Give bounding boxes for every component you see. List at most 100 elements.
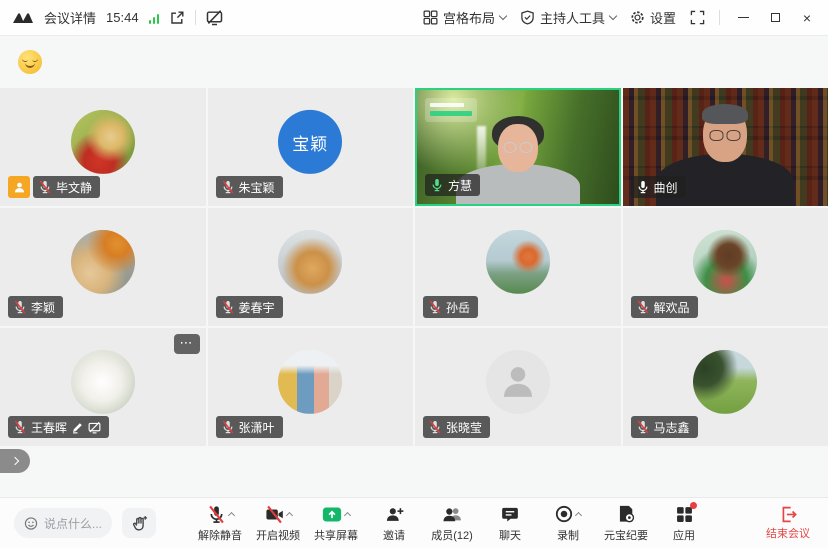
minimize-button[interactable] [734,9,752,27]
unmute-label: 解除静音 [198,527,242,543]
chevron-up-icon[interactable] [285,512,292,519]
meeting-details-button[interactable]: 会议详情 [44,8,96,27]
participant-tile[interactable]: 曲创 [623,88,828,206]
chevron-up-icon[interactable] [344,512,351,519]
avatar [71,230,135,294]
meeting-toolbar: 说点什么... 解除静音 开启视频 [0,497,828,548]
avatar [278,230,342,294]
exit-icon [780,506,797,523]
participant-tile[interactable]: 解欢品 [623,208,828,326]
share-screen-button[interactable]: 共享屏幕 [310,503,362,543]
unmute-button[interactable]: 解除静音 [194,503,246,543]
fullscreen-icon[interactable] [690,10,705,25]
participant-tile[interactable]: 张潇叶 [208,328,414,446]
host-tools-label: 主持人工具 [540,8,605,27]
mic-muted-icon [38,180,52,194]
mic-active-icon [430,178,444,192]
participant-tile[interactable]: 姜春宇 [208,208,414,326]
start-video-button[interactable]: 开启视频 [252,503,304,543]
notes-doc-icon [617,505,635,523]
host-badge [8,176,30,198]
participant-tile[interactable]: 张晓莹 [415,328,621,446]
participant-name: 毕文静 [56,179,92,196]
layout-menu-label: 宫格布局 [443,8,495,27]
avatar [486,230,550,294]
participant-name: 曲创 [654,179,678,196]
participant-nameplate: 王春晖 [8,416,109,438]
close-button[interactable]: × [798,9,816,27]
participant-tile[interactable]: 毕文静 [0,88,206,206]
participant-nameplate: 毕文静 [33,176,100,198]
invite-label: 邀请 [383,527,405,543]
participant-tile[interactable]: 马志鑫 [623,328,828,446]
start-video-label: 开启视频 [256,527,300,543]
chevron-up-icon[interactable] [227,512,234,519]
mic-muted-icon [221,180,235,194]
participant-nameplate: 孙岳 [423,296,478,318]
participant-nameplate: 解欢品 [631,296,698,318]
participant-nameplate: 张晓莹 [423,416,490,438]
participant-name: 解欢品 [654,299,690,316]
meeting-window: 会议详情 15:44 宫格布局 主持人工具 设置 [0,0,828,548]
host-tools-button[interactable]: 主持人工具 [520,8,616,27]
chat-button[interactable]: 聊天 [484,503,536,543]
chevron-right-icon [11,457,19,465]
person-icon [13,181,26,194]
participant-tile-active-speaker[interactable]: 方慧 [415,88,621,206]
quick-chat-input[interactable]: 说点什么... [14,508,112,538]
meeting-notes-button[interactable]: 元宝纪要 [600,503,652,543]
participant-nameplate: 曲创 [631,176,686,198]
smiley-icon[interactable] [24,516,38,531]
settings-button[interactable]: 设置 [630,8,676,27]
network-signal-icon[interactable] [149,12,160,24]
participant-nameplate: 张潇叶 [216,416,283,438]
participant-nameplate: 朱宝颖 [216,176,283,198]
invite-button[interactable]: 邀请 [368,503,420,543]
shield-check-icon [520,10,535,25]
mic-on-icon [636,180,650,194]
mic-muted-icon [13,420,27,434]
participant-tile[interactable]: 孙岳 [415,208,621,326]
mic-muted-icon [428,300,442,314]
participant-nameplate: 马志鑫 [631,416,698,438]
notification-badge [690,502,697,509]
person-icon [498,362,538,402]
smiling-face-reaction-emoji [18,50,42,74]
settings-label: 设置 [650,8,676,27]
apps-button[interactable]: 应用 [658,503,710,543]
default-avatar [486,350,550,414]
members-button[interactable]: 成员(12) [426,503,478,543]
video-watermark [425,98,477,122]
meeting-time: 15:44 [106,10,139,25]
apps-label: 应用 [673,527,695,543]
participant-name: 马志鑫 [654,419,690,436]
participant-name: 朱宝颖 [239,179,275,196]
record-label: 录制 [557,527,579,543]
end-meeting-label: 结束会议 [766,525,810,541]
video-stage: 毕文静 宝颖 朱宝颖 [0,36,828,497]
record-button[interactable]: 录制 [542,503,594,543]
watermark-icon[interactable] [206,9,223,26]
layout-menu-button[interactable]: 宫格布局 [423,8,506,27]
participant-tile[interactable]: 宝颖 朱宝颖 [208,88,414,206]
pop-out-icon[interactable] [169,10,185,26]
chevron-up-icon[interactable] [575,512,582,519]
participant-name: 孙岳 [446,299,470,316]
raise-hand-icon [131,515,148,532]
mic-muted-icon [636,300,650,314]
members-icon [442,506,463,523]
more-options-button[interactable]: ⋯ [174,334,200,354]
raise-hand-button[interactable] [122,508,156,538]
maximize-button[interactable] [766,9,784,27]
participant-tile[interactable]: 李颖 [0,208,206,326]
participant-nameplate: 方慧 [425,174,480,196]
participant-name: 张潇叶 [239,419,275,436]
avatar [71,350,135,414]
share-screen-label: 共享屏幕 [314,527,358,543]
participant-tile[interactable]: ⋯ 王春晖 [0,328,206,446]
avatar [278,350,342,414]
participant-name: 张晓莹 [446,419,482,436]
gear-icon [630,10,645,25]
next-page-button[interactable] [0,449,30,473]
end-meeting-button[interactable]: 结束会议 [766,506,814,541]
